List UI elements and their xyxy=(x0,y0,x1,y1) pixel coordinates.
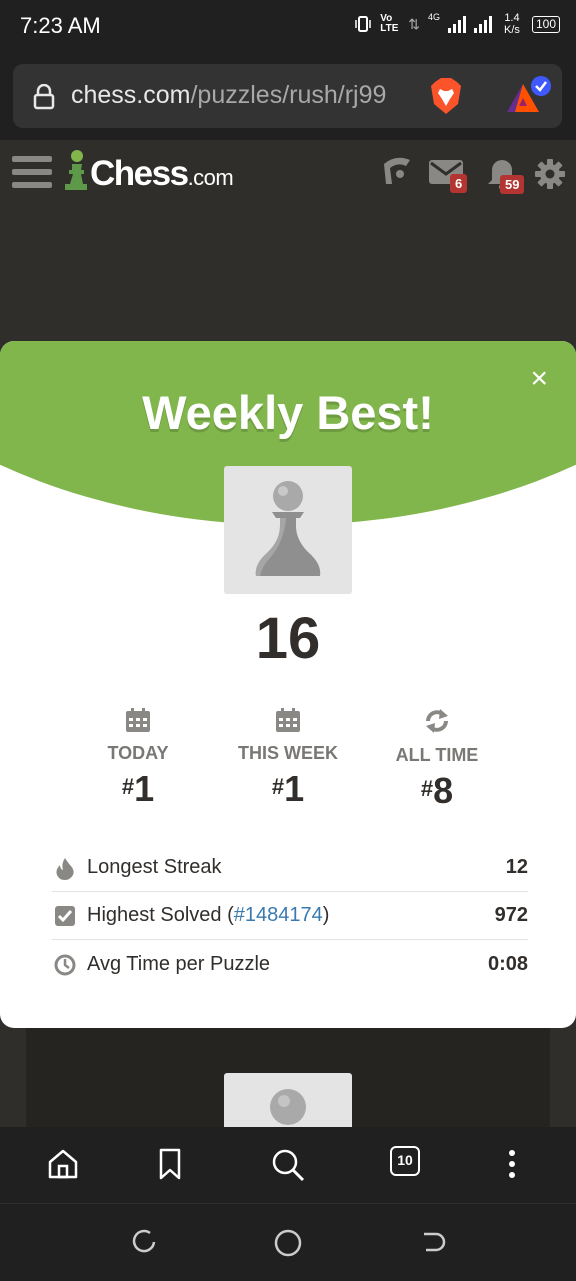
bookmark-icon[interactable] xyxy=(156,1147,184,1181)
flame-icon xyxy=(56,858,74,880)
refresh-icon xyxy=(426,709,448,733)
row-value: 972 xyxy=(494,904,528,926)
chess-com-logo[interactable]: Chess.com xyxy=(64,148,234,194)
clock-icon xyxy=(54,954,76,976)
row-label: Highest Solved (#1484174) xyxy=(87,904,329,927)
calendar-icon xyxy=(276,708,300,732)
puzzle-score: 16 xyxy=(255,606,321,671)
messages-badge: 6 xyxy=(450,174,468,193)
stat-rank: #1 xyxy=(218,768,358,810)
more-options-icon[interactable] xyxy=(504,1147,520,1181)
stat-this-week: THIS WEEK #1 xyxy=(218,707,358,810)
signal-icon xyxy=(447,15,466,33)
stat-all-time: ALL TIME #8 xyxy=(367,707,507,812)
rank-value: 1 xyxy=(284,768,305,809)
brave-shields-icon[interactable] xyxy=(429,76,463,116)
logo-suffix: .com xyxy=(187,165,234,190)
puzzle-link[interactable]: #1484174 xyxy=(234,904,323,926)
battery-icon: 100 xyxy=(531,15,560,33)
offline-play-icon[interactable] xyxy=(380,154,414,190)
row-label-start: Highest Solved ( xyxy=(87,904,234,926)
status-bar: 7:23 AM Vo LTE ⇅ 4G 1.4 K/s 100 xyxy=(0,0,576,52)
rank-hash: # xyxy=(420,776,434,801)
tabs-button[interactable]: 10 xyxy=(390,1146,420,1176)
rank-value: 1 xyxy=(134,768,155,809)
notifications-button[interactable]: 59 xyxy=(484,156,532,198)
brave-rewards-icon[interactable] xyxy=(505,76,553,116)
row-avg-time: Avg Time per Puzzle 0:08 xyxy=(52,940,528,988)
row-label: Longest Streak xyxy=(87,856,222,878)
calendar-icon xyxy=(126,708,150,732)
logo-main: Chess xyxy=(90,154,189,193)
stat-today: TODAY #1 xyxy=(68,707,208,810)
rank-value: 8 xyxy=(433,770,454,811)
rank-hash: # xyxy=(271,774,285,799)
modal-title: Weekly Best! xyxy=(142,386,434,439)
notifications-badge: 59 xyxy=(500,175,525,194)
tab-count: 10 xyxy=(397,1152,413,1168)
row-label-end: ) xyxy=(322,904,330,926)
address-bar[interactable]: chess.com/puzzles/rush/rj99 xyxy=(13,64,562,128)
stat-rank: #1 xyxy=(68,768,208,810)
checkbox-icon xyxy=(55,906,75,926)
row-highest-solved: Highest Solved (#1484174) 972 xyxy=(52,891,528,940)
row-value: 0:08 xyxy=(487,953,528,975)
home-circle-icon[interactable] xyxy=(273,1228,303,1258)
browser-toolbar: chess.com/puzzles/rush/rj99 xyxy=(0,52,576,140)
stat-label: TODAY xyxy=(107,743,169,763)
data-arrows-icon: ⇅ xyxy=(408,15,420,32)
row-label: Avg Time per Puzzle xyxy=(87,953,271,975)
recent-apps-icon[interactable] xyxy=(130,1228,158,1256)
net-speed: 1.4 K/s xyxy=(504,12,520,36)
row-longest-streak: Longest Streak 12 xyxy=(52,843,528,892)
pawn-avatar-icon xyxy=(270,1089,306,1125)
home-icon[interactable] xyxy=(46,1147,80,1181)
stat-rank: #8 xyxy=(367,770,507,812)
browser-bottom-toolbar: 10 xyxy=(0,1127,576,1203)
settings-gear-icon[interactable] xyxy=(534,158,566,190)
avatar xyxy=(224,466,352,594)
pawn-logo-icon xyxy=(65,150,87,190)
url-text[interactable]: chess.com/puzzles/rush/rj99 xyxy=(71,81,386,110)
network-type: 4G xyxy=(427,12,440,22)
pawn-avatar-icon xyxy=(255,481,321,576)
search-icon[interactable] xyxy=(270,1147,306,1183)
row-value: 12 xyxy=(505,856,528,878)
vibrate-icon xyxy=(355,16,371,32)
status-time: 7:23 AM xyxy=(20,13,101,38)
lock-icon xyxy=(33,84,55,110)
rank-hash: # xyxy=(121,774,135,799)
system-navigation-bar xyxy=(0,1203,576,1281)
stat-label: THIS WEEK xyxy=(237,743,338,763)
hamburger-menu-icon[interactable] xyxy=(12,156,52,192)
signal-icon-2 xyxy=(473,15,492,33)
messages-button[interactable]: 6 xyxy=(428,158,476,198)
site-header: Chess.com 6 59 xyxy=(0,140,576,210)
stat-label: ALL TIME xyxy=(395,745,479,765)
url-path: /puzzles/rush/rj99 xyxy=(190,81,387,109)
url-host: chess.com xyxy=(71,81,191,109)
background-avatar-card xyxy=(224,1073,352,1133)
status-icons: Vo LTE ⇅ 4G 1.4 K/s 100 xyxy=(354,12,560,36)
back-icon[interactable] xyxy=(418,1228,446,1256)
logo-text: Chess.com xyxy=(90,154,234,194)
volte-indicator: Vo LTE xyxy=(380,13,399,34)
weekly-best-modal: × Weekly Best! 16 TODAY #1 THIS WEEK #1 xyxy=(0,341,576,1028)
